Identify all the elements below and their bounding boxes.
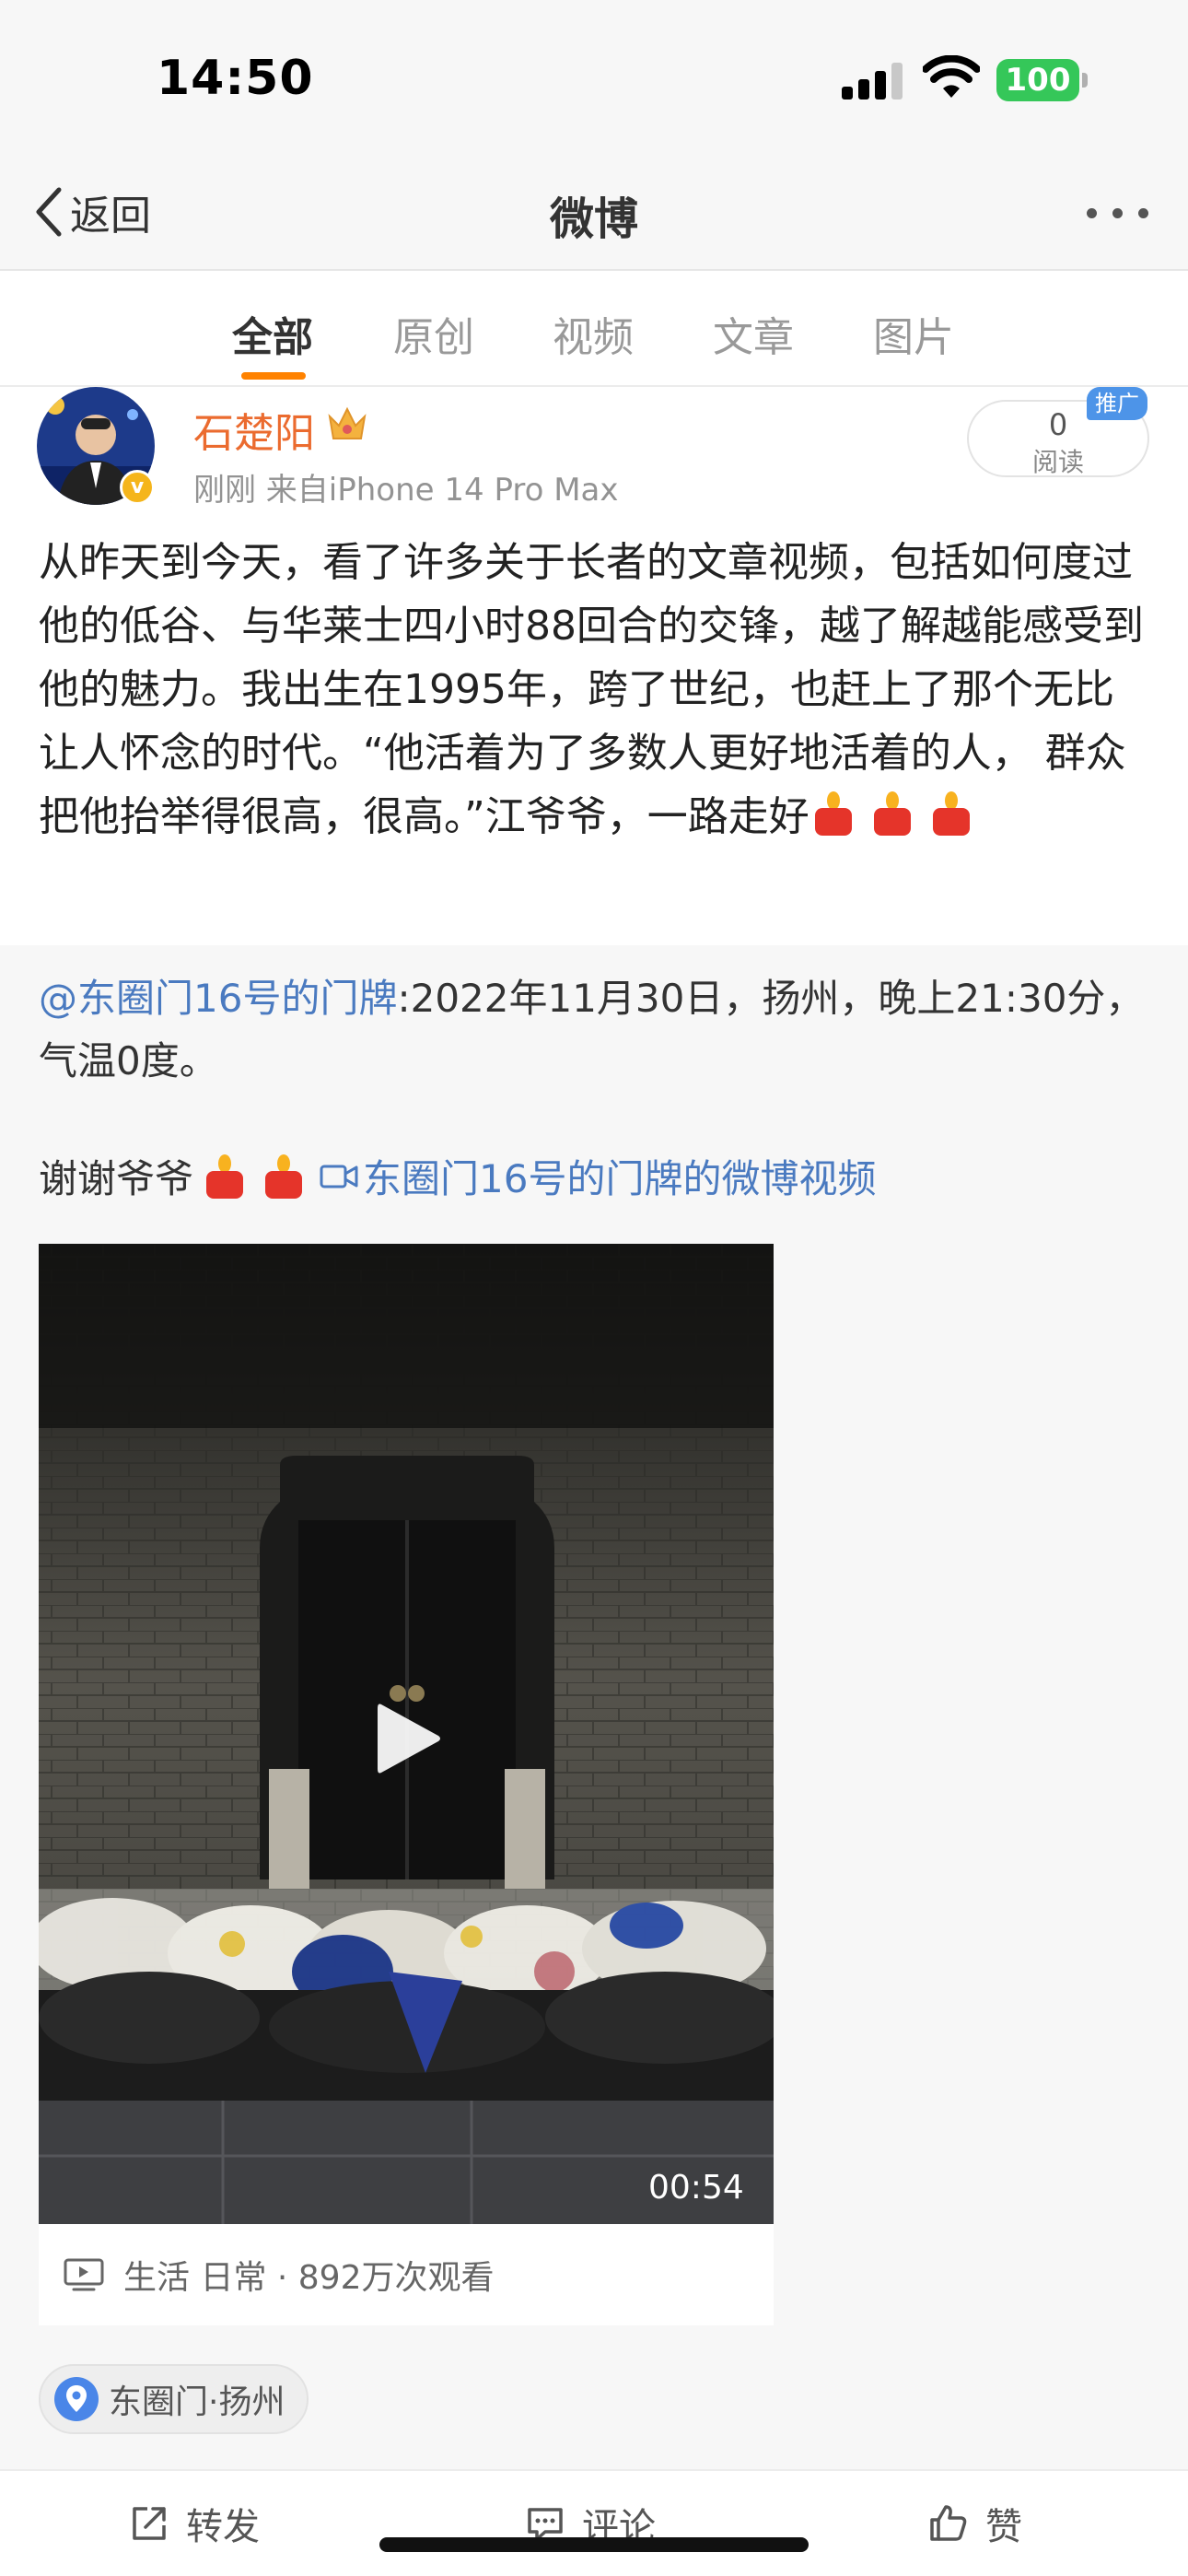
video-info: 生活 日常 · 892万次观看: [39, 2224, 774, 2325]
home-indicator: [379, 2537, 809, 2552]
retweet-thanks-line: 谢谢爷爷 东圈门16号的门牌的微博视频: [39, 1148, 876, 1204]
candle-emoji-icon: [873, 791, 911, 836]
ad-tag: 推广: [1087, 387, 1147, 420]
retweeted-post[interactable]: @东圈门16号的门牌:2022年11月30日，扬州，晚上21:30分，气温0度。…: [0, 945, 1188, 2469]
cellular-signal-icon: [842, 63, 903, 100]
post-body: 从昨天到今天，看了许多关于长者的文章视频，包括如何度过他的低谷、与华莱士四小时8…: [39, 539, 1144, 840]
video-duration: 00:54: [648, 2169, 744, 2207]
crown-icon: [328, 406, 367, 439]
read-label: 阅读: [1031, 447, 1084, 477]
nav-bar: 返回 微博: [0, 157, 1188, 271]
username[interactable]: 石楚阳: [193, 400, 315, 459]
candle-emoji-icon: [265, 1153, 303, 1199]
tab-video[interactable]: 视频: [553, 304, 634, 363]
tab-all[interactable]: 全部: [232, 304, 313, 363]
like-label: 赞: [985, 2506, 1022, 2548]
battery-icon: 100: [996, 59, 1089, 101]
tab-article[interactable]: 文章: [713, 304, 794, 363]
thumbs-up-icon: [930, 2505, 967, 2541]
page-title: 微博: [549, 193, 638, 245]
battery-level: 100: [996, 59, 1079, 101]
video-player[interactable]: 00:54: [39, 1244, 774, 2224]
post-text: 从昨天到今天，看了许多关于长者的文章视频，包括如何度过他的低谷、与华莱士四小时8…: [39, 531, 1153, 849]
thanks-text: 谢谢爷爷: [39, 1156, 194, 1201]
tab-original[interactable]: 原创: [393, 304, 474, 363]
repost-label: 转发: [186, 2506, 260, 2548]
verified-badge-icon: v: [120, 470, 155, 505]
tv-icon: [64, 2258, 104, 2291]
status-time: 14:50: [157, 51, 314, 106]
candle-emoji-icon: [932, 791, 970, 836]
video-link-label: 东圈门16号的门牌的微博视频: [363, 1156, 877, 1201]
candle-emoji-icon: [814, 791, 852, 836]
play-icon[interactable]: [374, 1699, 444, 1778]
post-meta: 刚刚 来自iPhone 14 Pro Max: [193, 472, 619, 509]
location-label: 东圈门·扬州: [109, 2383, 285, 2421]
location-pin-icon: [54, 2377, 99, 2421]
retweet-author-link[interactable]: @东圈门16号的门牌: [39, 976, 397, 1021]
active-tab-indicator: [241, 372, 306, 380]
video-link[interactable]: 东圈门16号的门牌的微博视频: [319, 1148, 876, 1204]
location-tag[interactable]: 东圈门·扬州: [39, 2364, 309, 2434]
repost-button[interactable]: 转发: [129, 2497, 260, 2550]
more-options-icon[interactable]: [1083, 195, 1157, 232]
status-bar: 14:50 100: [0, 0, 1188, 157]
tab-images[interactable]: 图片: [873, 304, 954, 363]
filter-tabs: 全部 原创 视频 文章 图片: [0, 271, 1188, 387]
candle-emoji-icon: [206, 1153, 244, 1199]
retweet-text: @东圈门16号的门牌:2022年11月30日，扬州，晚上21:30分，气温0度。: [39, 967, 1153, 1093]
video-camera-icon: [320, 1165, 358, 1188]
video-info-text: 生活 日常 · 892万次观看: [123, 2259, 495, 2297]
like-button[interactable]: 赞: [928, 2497, 1022, 2550]
wifi-icon: [923, 55, 980, 98]
action-bar: 转发 评论 赞: [0, 2469, 1188, 2576]
repost-icon: [133, 2507, 166, 2540]
post-card: v 石楚阳 刚刚 来自iPhone 14 Pro Max 0 阅读 推广 从昨天…: [0, 387, 1188, 945]
